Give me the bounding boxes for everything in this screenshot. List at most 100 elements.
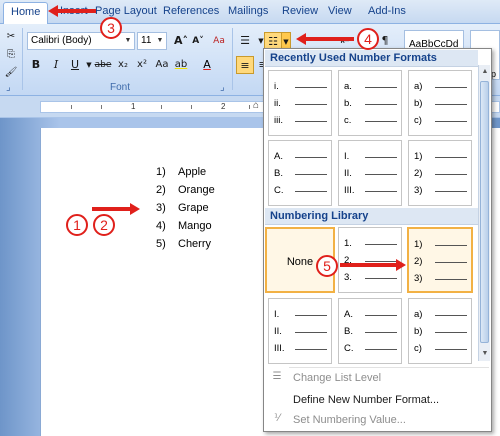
list-item[interactable]: 5) Cherry [156, 238, 211, 250]
step-badge-2: 2 [93, 214, 115, 236]
format-label: A. [344, 309, 353, 320]
font-group-label: Font [110, 82, 131, 93]
format-label: a. [344, 81, 352, 92]
format-tile-roman-lower[interactable]: i. ii. iii. [268, 70, 332, 136]
format-label: C. [274, 185, 284, 196]
format-tile-alpha-lower-dot[interactable]: a. b. c. [338, 70, 402, 136]
font-size-combo[interactable]: 11 ▼ [137, 32, 167, 50]
format-label: II. [274, 326, 282, 337]
clipboard-launcher-icon[interactable]: ⌟ [6, 82, 11, 93]
superscript-button[interactable]: x² [133, 56, 151, 74]
group-separator [232, 28, 233, 90]
tab-references[interactable]: References [163, 5, 219, 17]
align-left-icon[interactable]: ≡ [236, 56, 254, 74]
list-item[interactable]: 1) Apple [156, 166, 206, 178]
format-label: II. [344, 168, 352, 179]
highlight-button[interactable]: ab [172, 56, 190, 74]
format-label: 3) [414, 185, 423, 196]
format-tile-alpha-lower-paren[interactable]: a) b) c) [408, 70, 472, 136]
list-item[interactable]: 2) Orange [156, 184, 215, 196]
format-label: 3) [414, 273, 423, 284]
list-level-icon: ☰ [272, 371, 282, 382]
annotation-arrowhead [48, 5, 58, 17]
scroll-down-icon[interactable]: ▼ [479, 348, 491, 360]
annotation-arrow [92, 207, 130, 211]
format-tile-roman-upper[interactable]: I. II. III. [338, 140, 402, 206]
list-item[interactable]: 4) Mango [156, 220, 212, 232]
numbering-dropdown: Recently Used Number Formats i. ii. iii.… [263, 48, 492, 432]
list-text: Cherry [178, 238, 212, 250]
format-label: III. [274, 343, 285, 354]
gallery-scrollbar[interactable]: ▲ ▼ [478, 65, 490, 361]
format-label: iii. [274, 115, 283, 126]
scroll-thumb[interactable] [480, 81, 489, 343]
format-tile-roman-upper-library[interactable]: I. II. III. [268, 298, 332, 364]
bold-button[interactable]: B [27, 56, 45, 74]
format-label: 2) [414, 168, 423, 179]
format-tile-alpha-upper-library[interactable]: A. B. C. [338, 298, 402, 364]
list-number: 1) [156, 166, 166, 178]
format-label: B. [274, 168, 283, 179]
italic-button[interactable]: I [47, 56, 65, 74]
ruler-tick [191, 105, 192, 109]
format-tile-alpha-upper[interactable]: A. B. C. [268, 140, 332, 206]
clear-formatting-button[interactable]: Aa [210, 32, 228, 50]
format-label: I. [274, 309, 280, 320]
tab-view[interactable]: View [328, 5, 352, 17]
define-new-format-item[interactable]: Define New Number Format... [265, 389, 491, 411]
indent-marker-icon[interactable]: ⌂ [253, 100, 259, 111]
list-text: Orange [178, 184, 215, 196]
ruler-number: 1 [131, 102, 136, 111]
cut-icon[interactable]: ✂ [2, 28, 20, 46]
step-badge-1: 1 [66, 214, 88, 236]
format-tile-alpha-lower-paren-library[interactable]: a) b) c) [408, 298, 472, 364]
ruler-number: 2 [221, 102, 226, 111]
format-label: A. [274, 151, 283, 162]
annotation-arrow [340, 263, 396, 267]
set-numbering-value-item[interactable]: ⅟ Set Numbering Value... [265, 409, 491, 431]
scroll-up-icon[interactable]: ▲ [479, 66, 491, 78]
strikethrough-button[interactable]: abe [94, 56, 112, 74]
format-label: a) [414, 81, 423, 92]
define-new-format-label: Define New Number Format... [293, 394, 440, 406]
format-tile-numeric-paren-library[interactable]: 1) 2) 3) [407, 227, 473, 293]
ruler-tick [71, 105, 72, 109]
tab-mailings[interactable]: Mailings [228, 5, 268, 17]
set-numbering-value-label: Set Numbering Value... [293, 414, 406, 426]
format-label: 1. [344, 238, 352, 249]
shrink-font-button[interactable]: A˅ [189, 32, 207, 50]
ruler-tick [249, 105, 250, 109]
copy-icon[interactable]: ⎘ [2, 46, 20, 64]
recent-formats-header: Recently Used Number Formats [265, 50, 478, 67]
format-label: B. [344, 326, 353, 337]
change-case-button[interactable]: Aa [153, 56, 171, 74]
step-badge-5: 5 [316, 255, 338, 277]
font-dialog-launcher-icon[interactable]: ⌟ [220, 82, 225, 93]
group-separator [22, 28, 23, 90]
format-label: b) [414, 98, 423, 109]
change-list-level-item[interactable]: ☰ Change List Level [265, 367, 491, 389]
annotation-arrowhead [396, 259, 406, 271]
chevron-down-icon[interactable]: ▼ [123, 34, 133, 48]
format-tile-numeric-paren[interactable]: 1) 2) 3) [408, 140, 472, 206]
ruler-tick [161, 105, 162, 109]
format-label: 3. [344, 272, 352, 283]
tab-add-ins[interactable]: Add-Ins [368, 5, 406, 17]
numbering-value-icon: ⅟ [274, 413, 280, 424]
subscript-button[interactable]: x₂ [114, 56, 132, 74]
format-label: b. [344, 98, 352, 109]
tab-home[interactable]: Home [3, 2, 49, 25]
format-label: a) [414, 309, 423, 320]
tab-review[interactable]: Review [282, 5, 318, 17]
grow-font-button[interactable]: A˄ [172, 32, 190, 50]
chevron-down-icon[interactable]: ▼ [155, 34, 165, 48]
tab-page-layout[interactable]: Page Layout [95, 5, 157, 17]
change-list-level-label: Change List Level [293, 372, 382, 384]
format-label: b) [414, 326, 423, 337]
format-label: c. [344, 115, 352, 126]
font-color-button[interactable]: A [198, 56, 216, 74]
format-tile-numeric-dot[interactable]: 1. 2. 3. [338, 227, 402, 293]
annotation-arrow [58, 9, 96, 13]
list-item[interactable]: 3) Grape [156, 202, 209, 214]
format-painter-icon[interactable]: 🖌 [2, 64, 20, 82]
